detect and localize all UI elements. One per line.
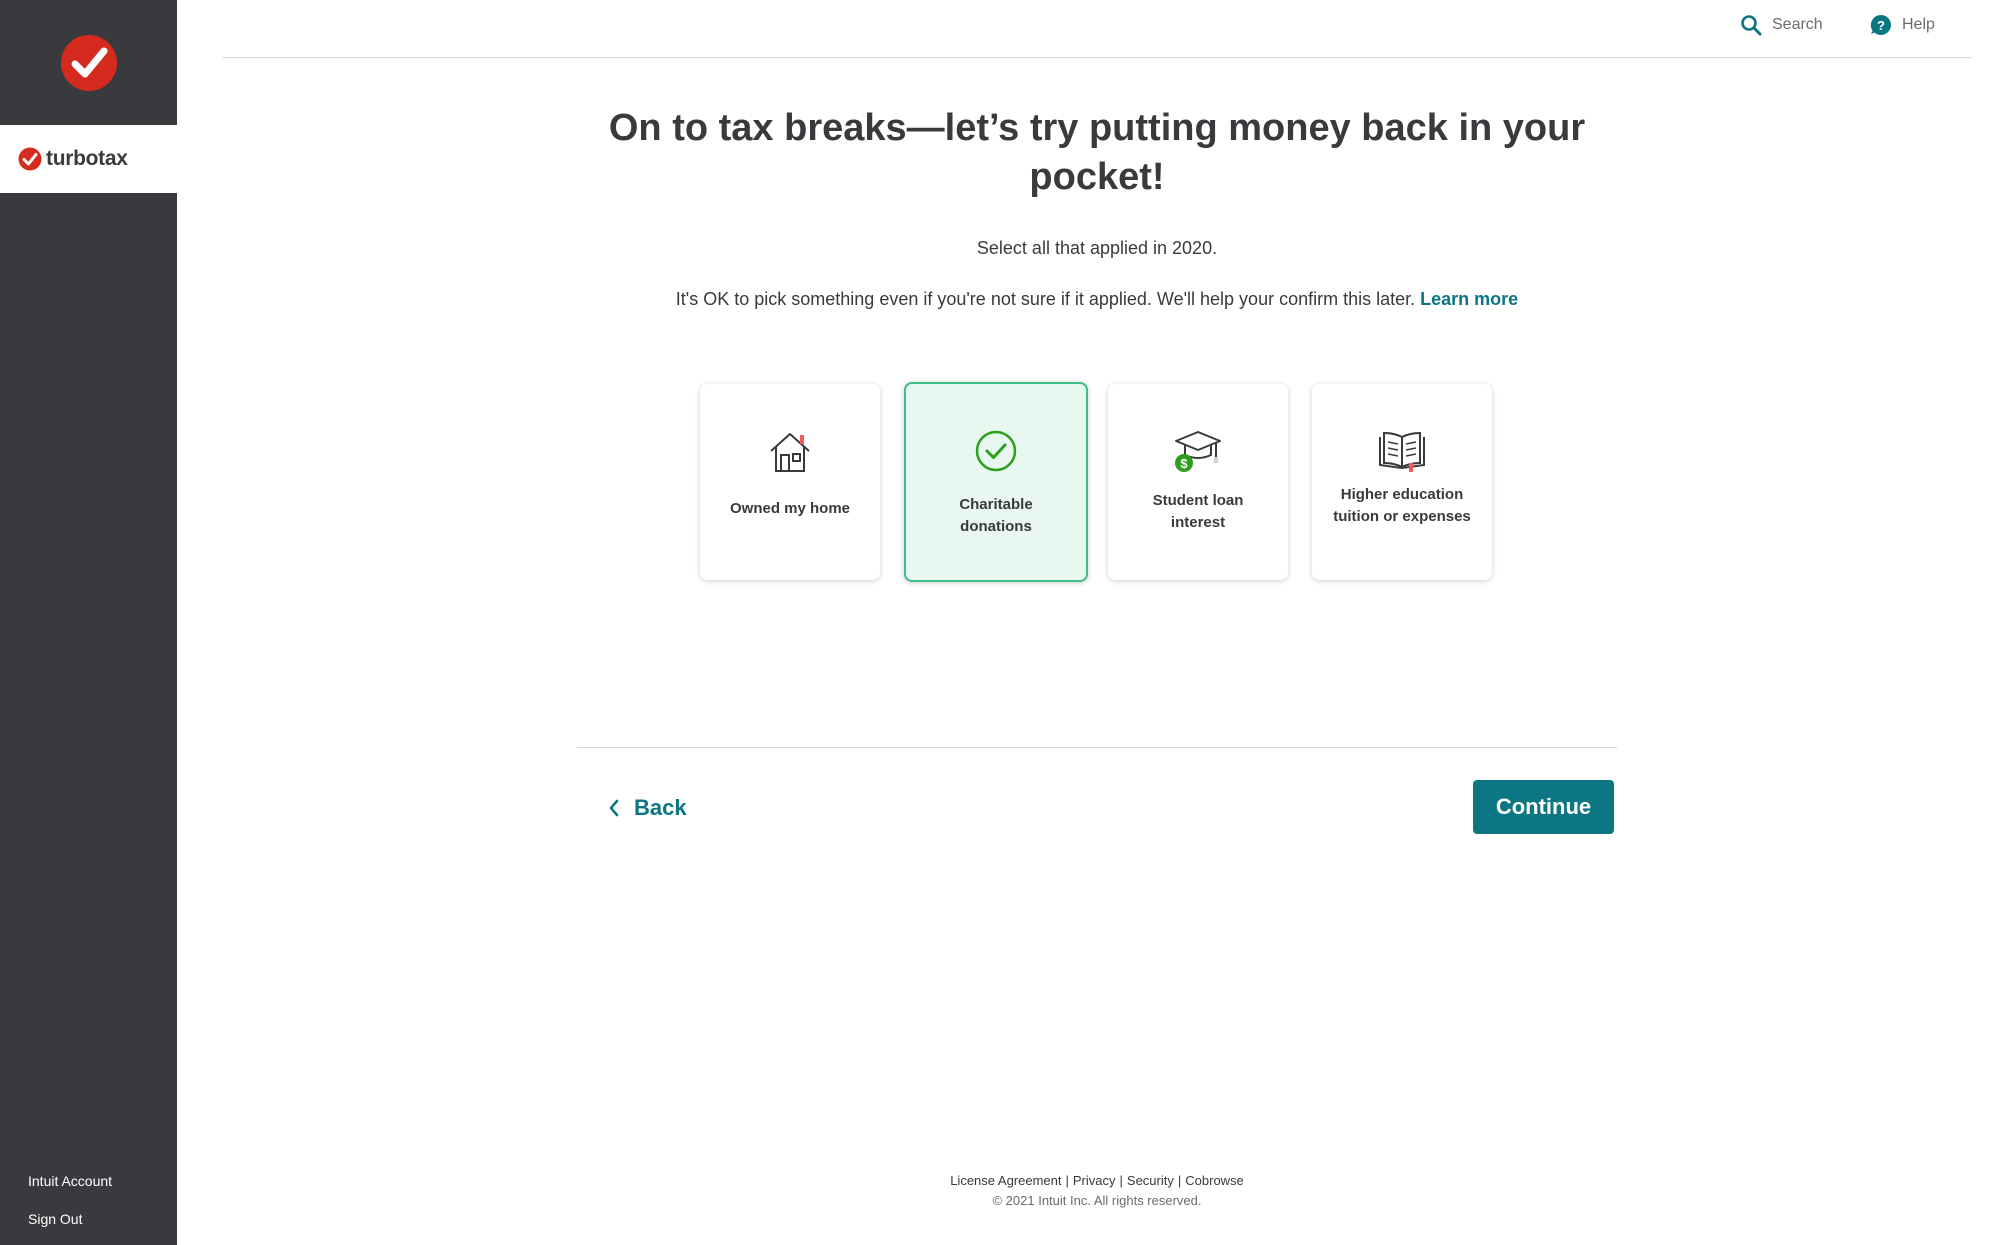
main-content: On to tax breaks—let’s try putting money…	[577, 57, 1617, 582]
open-book-icon	[1379, 431, 1425, 472]
card-label: Higher education tuition or expenses	[1333, 486, 1471, 525]
privacy-link[interactable]: Privacy	[1073, 1173, 1116, 1188]
page-subtitle: Select all that applied in 2020.	[976, 238, 1218, 258]
security-link[interactable]: Security	[1127, 1173, 1174, 1188]
copyright: © 2021 Intuit Inc. All rights reserved.	[992, 1193, 1202, 1208]
card-charitable-donations[interactable]: Charitable donations	[904, 382, 1088, 582]
card-higher-education[interactable]: Higher education tuition or expenses	[1312, 384, 1492, 580]
nav-divider	[577, 747, 1617, 748]
svg-text:$: $	[1180, 456, 1188, 471]
cobrowse-link[interactable]: Cobrowse	[1185, 1173, 1244, 1188]
license-agreement-link[interactable]: License Agreement	[950, 1173, 1061, 1188]
chevron-left-icon	[609, 799, 619, 817]
note-text: It's OK to pick something even if you're…	[675, 289, 1416, 309]
back-button[interactable]: Back	[608, 795, 687, 821]
sidebar: turbotax Intuit Account Sign Out	[0, 0, 177, 1245]
card-label: Charitable donations	[959, 496, 1033, 535]
search-label: Search	[1772, 16, 1823, 33]
card-label: Student loan interest	[1152, 492, 1244, 531]
learn-more-link[interactable]: Learn more	[1420, 289, 1518, 309]
intuit-account-link[interactable]: Intuit Account	[28, 1173, 112, 1189]
checkmark-logo-icon	[60, 34, 117, 91]
card-student-loan-interest[interactable]: $ Student loan interest	[1108, 384, 1288, 580]
svg-text:?: ?	[1877, 18, 1885, 33]
house-icon	[770, 433, 810, 472]
card-label: Owned my home	[729, 500, 851, 517]
card-owned-home[interactable]: Owned my home	[700, 384, 880, 580]
turbotax-logo[interactable]	[0, 0, 177, 125]
help-button[interactable]: ? Help	[1870, 14, 1935, 36]
page-note: It's OK to pick something even if you're…	[577, 289, 1617, 310]
sign-out-link[interactable]: Sign Out	[28, 1211, 112, 1227]
check-circle-icon	[975, 430, 1017, 472]
continue-button[interactable]: Continue	[1473, 780, 1614, 834]
search-icon	[1741, 15, 1762, 36]
help-label: Help	[1902, 16, 1935, 33]
brand-wordmark: turbotax	[46, 147, 128, 170]
top-bar: Search ? Help	[222, 0, 1972, 58]
footer: License Agreement | Privacy | Security | Cobro…	[222, 1173, 1972, 1208]
footer-links: License Agreement | Privacy | Security | Cobro…	[950, 1173, 1244, 1188]
back-label: Back	[634, 795, 687, 820]
options-group: Owned my home Charitable donations $ Stu…	[700, 382, 1516, 584]
brand-strip[interactable]: turbotax	[0, 125, 177, 193]
page-title: On to tax breaks—let’s try putting money…	[608, 107, 1586, 198]
search-button[interactable]: Search	[1740, 14, 1823, 36]
sidebar-bottom-links: Intuit Account Sign Out	[28, 1151, 112, 1227]
checkmark-small-icon	[18, 147, 42, 171]
graduation-cap-icon: $	[1175, 431, 1221, 472]
help-icon: ?	[1870, 14, 1891, 35]
